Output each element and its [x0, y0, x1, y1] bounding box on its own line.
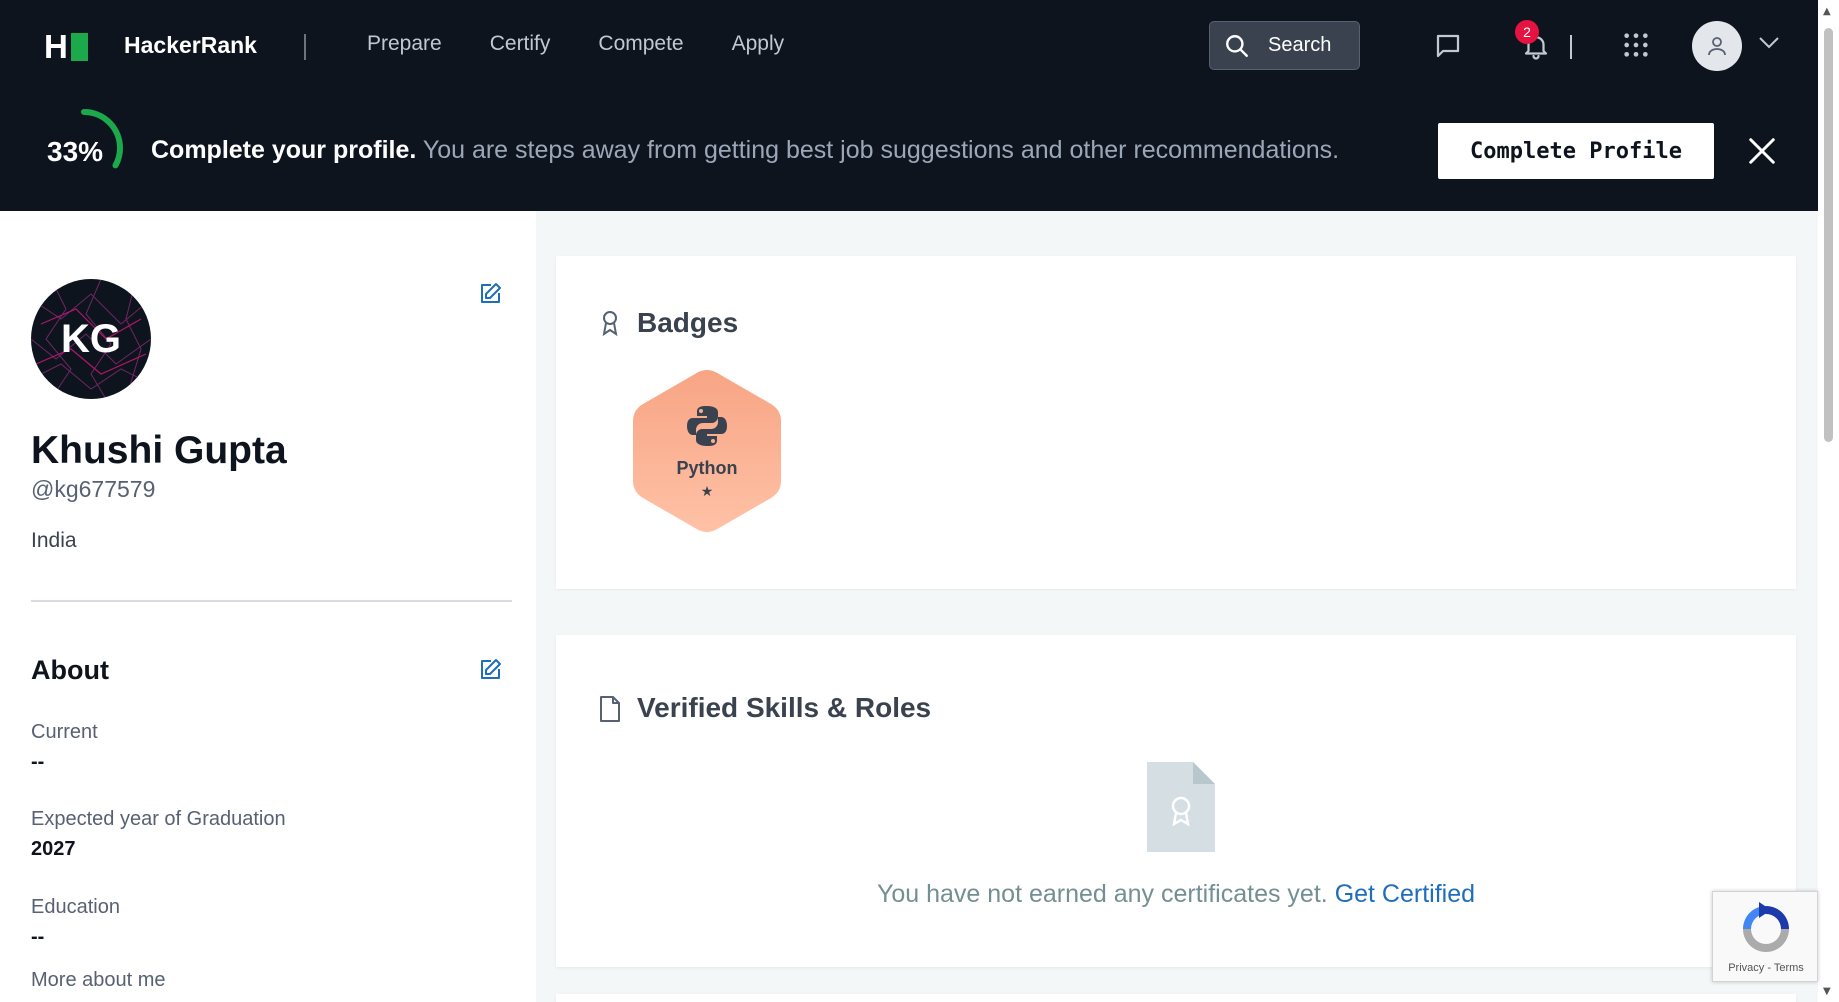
profile-country: India: [31, 529, 77, 552]
main-nav-links: Prepare Certify Compete Apply: [367, 32, 784, 56]
badge-star-rating: ★: [700, 484, 714, 500]
banner-subtitle: You are steps away from getting best job…: [422, 136, 1340, 164]
profile-avatar: KG: [31, 279, 151, 399]
profile-sidebar: KG Khushi Gupta @kg677579 India About Cu…: [0, 211, 536, 1002]
recaptcha-logo-icon: [1743, 902, 1789, 952]
profile-main: KG Khushi Gupta @kg677579 India About Cu…: [0, 211, 1818, 1002]
about-more-label: More about me: [31, 969, 166, 991]
complete-profile-button[interactable]: Complete Profile: [1438, 123, 1714, 179]
profile-name: Khushi Gupta: [31, 429, 287, 472]
about-current-value: --: [31, 751, 45, 773]
scroll-up-arrow-icon[interactable]: ▲: [1823, 6, 1831, 17]
get-certified-link[interactable]: Get Certified: [1335, 880, 1475, 908]
user-avatar-button[interactable]: [1692, 21, 1742, 71]
search-button[interactable]: Search: [1209, 21, 1360, 70]
messages-icon[interactable]: [1433, 31, 1463, 61]
profile-progress-text: 33%: [47, 136, 104, 167]
next-card: [556, 994, 1796, 1002]
document-icon: [600, 696, 620, 722]
scrollbar-thumb[interactable]: [1824, 28, 1833, 442]
close-icon[interactable]: [1747, 136, 1777, 166]
nav-link-apply[interactable]: Apply: [732, 32, 785, 56]
logo-bar: [70, 32, 88, 61]
badges-card: Badges Python ★: [556, 256, 1796, 589]
nav-divider: [1570, 35, 1572, 59]
about-education-value: --: [31, 926, 45, 948]
top-navbar: H HackerRank Prepare Certify Compete App…: [0, 0, 1818, 93]
hexagon-badge-shape: [633, 370, 781, 532]
banner-message: Complete your profile. You are steps awa…: [151, 136, 1339, 165]
logo-letter: H: [44, 28, 68, 65]
edit-about-icon[interactable]: [478, 658, 502, 682]
about-current-label: Current: [31, 721, 98, 743]
about-title: About: [31, 655, 109, 685]
nav-link-prepare[interactable]: Prepare: [367, 32, 442, 56]
scroll-down-arrow-icon[interactable]: ▼: [1823, 986, 1831, 997]
verified-skills-title: Verified Skills & Roles: [637, 692, 932, 723]
profile-handle: @kg677579: [31, 476, 156, 502]
search-icon: [1226, 34, 1248, 57]
complete-profile-banner: 33% Complete your profile. You are steps…: [0, 93, 1818, 211]
user-icon: [1708, 37, 1726, 56]
brand-name[interactable]: HackerRank: [124, 32, 257, 59]
about-graduation-label: Expected year of Graduation: [31, 808, 286, 830]
recaptcha-badge[interactable]: Privacy - Terms: [1712, 891, 1818, 982]
verified-skills-card: Verified Skills & Roles You have not ear…: [556, 635, 1796, 967]
badge-name: Python: [676, 458, 738, 478]
nav-link-compete[interactable]: Compete: [598, 32, 683, 56]
edit-profile-icon[interactable]: [478, 282, 502, 306]
banner-title: Complete your profile.: [151, 136, 417, 164]
badge-python[interactable]: Python ★: [631, 368, 783, 534]
hackerrank-logo[interactable]: H: [44, 30, 88, 63]
avatar-initials: KG: [61, 316, 121, 361]
empty-message-text: You have not earned any certificates yet…: [876, 880, 1328, 908]
about-graduation-value: 2027: [31, 838, 76, 860]
python-icon: [687, 406, 727, 446]
section-divider: [31, 600, 512, 602]
notification-count-badge: 2: [1515, 20, 1539, 44]
recaptcha-links[interactable]: Privacy - Terms: [1713, 962, 1819, 974]
nav-link-certify[interactable]: Certify: [490, 32, 551, 56]
about-education-label: Education: [31, 896, 120, 918]
search-label: Search: [1268, 34, 1332, 56]
no-certificates-message: You have not earned any certificates yet…: [556, 880, 1796, 909]
badges-title: Badges: [637, 307, 739, 338]
badge-ribbon-icon: [602, 311, 618, 337]
certificate-placeholder-icon: [1147, 762, 1215, 852]
page-scrollbar[interactable]: ▲ ▼: [1818, 0, 1839, 1002]
apps-grid-icon[interactable]: [1622, 31, 1650, 59]
brand-divider: [304, 34, 306, 60]
chevron-down-icon[interactable]: [1758, 36, 1780, 50]
